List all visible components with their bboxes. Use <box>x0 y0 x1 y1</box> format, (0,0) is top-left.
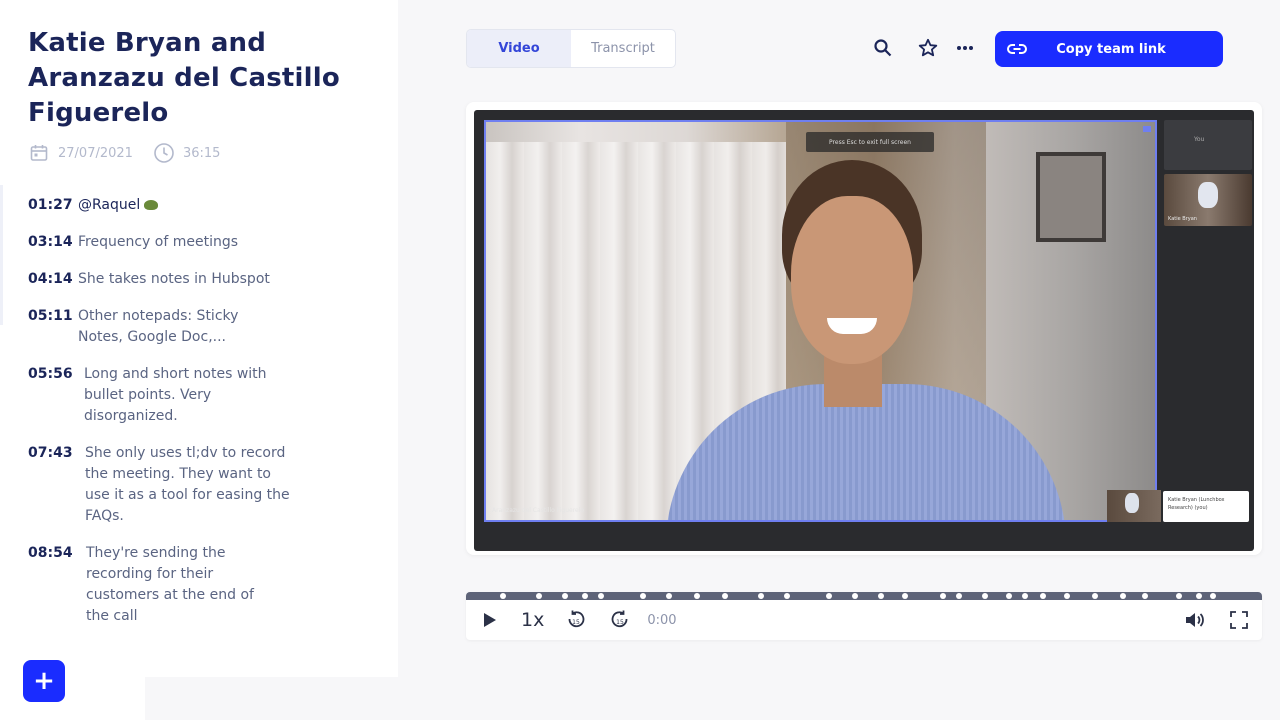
note-marker[interactable] <box>1040 593 1046 599</box>
speaker-face <box>791 196 913 364</box>
meeting-duration: 36:15 <box>182 145 221 161</box>
forward-icon[interactable]: 15 <box>609 609 631 631</box>
esc-hint: Press Esc to exit full screen <box>806 132 934 152</box>
note-item[interactable]: 01:27 @Raquel <box>28 195 318 216</box>
participant-tile: You <box>1164 120 1252 170</box>
player-controls: 1x 15 15 0:00 <box>466 592 1262 640</box>
calendar-icon <box>28 142 50 164</box>
copy-team-link-button[interactable]: Copy team link <box>995 31 1223 67</box>
note-timestamp[interactable]: 05:56 <box>28 364 84 427</box>
video-player: Press Esc to exit full screen Aranzazu d… <box>466 102 1262 555</box>
rewind-icon[interactable]: 15 <box>565 609 587 631</box>
search-icon[interactable] <box>872 37 894 59</box>
speaker-badge <box>1143 126 1151 132</box>
plant-emoji-icon <box>144 200 159 210</box>
note-item[interactable]: 03:14 Frequency of meetings <box>28 232 318 253</box>
participant-tile: Katie Bryan <box>1164 174 1252 226</box>
playback-speed-button[interactable]: 1x <box>521 609 544 631</box>
note-marker[interactable] <box>1120 593 1126 599</box>
note-marker[interactable] <box>852 593 858 599</box>
fullscreen-icon[interactable] <box>1230 611 1248 629</box>
note-item[interactable]: 05:11 Other notepads: Sticky Notes, Goog… <box>28 306 318 348</box>
more-icon[interactable] <box>954 37 976 59</box>
meeting-date: 27/07/2021 <box>58 145 133 161</box>
active-speaker-view: Press Esc to exit full screen Aranzazu d… <box>484 120 1157 522</box>
meeting-meta: 27/07/2021 36:15 <box>28 142 220 164</box>
note-marker[interactable] <box>640 593 646 599</box>
note-marker[interactable] <box>1064 593 1070 599</box>
note-marker[interactable] <box>1022 593 1028 599</box>
note-marker[interactable] <box>562 593 568 599</box>
note-marker[interactable] <box>784 593 790 599</box>
note-text: They're sending the recording for their … <box>86 545 254 624</box>
main-panel: Video Transcript Copy team link Press Es… <box>398 0 1280 677</box>
tab-transcript[interactable]: Transcript <box>571 30 675 67</box>
note-marker[interactable] <box>1176 593 1182 599</box>
note-text: She only uses tl;dv to record the meetin… <box>85 445 290 524</box>
note-marker[interactable] <box>1196 593 1202 599</box>
note-marker[interactable] <box>598 593 604 599</box>
note-marker[interactable] <box>982 593 988 599</box>
note-timestamp[interactable]: 08:54 <box>28 543 86 627</box>
meeting-title: Katie Bryan and Aranzazu del Castillo Fi… <box>28 28 340 128</box>
note-marker[interactable] <box>582 593 588 599</box>
note-timestamp[interactable]: 04:14 <box>28 269 78 290</box>
note-marker[interactable] <box>758 593 764 599</box>
note-text: She takes notes in Hubspot <box>78 271 270 287</box>
add-note-button[interactable]: + <box>23 660 65 702</box>
note-timestamp[interactable]: 05:11 <box>28 306 78 348</box>
view-tabs: Video Transcript <box>466 29 676 68</box>
note-item[interactable]: 08:54 They're sending the recording for … <box>28 543 318 627</box>
note-text: Other notepads: Sticky Notes, Google Doc… <box>78 308 239 345</box>
note-item[interactable]: 04:14 She takes notes in Hubspot <box>28 269 318 290</box>
note-item[interactable]: 05:56 Long and short notes with bullet p… <box>28 364 318 427</box>
notes-sidebar: Katie Bryan and Aranzazu del Castillo Fi… <box>0 0 398 720</box>
notes-list: 01:27 @Raquel 03:14 Frequency of meeting… <box>28 195 318 643</box>
note-timestamp[interactable]: 03:14 <box>28 232 78 253</box>
copy-team-link-label: Copy team link <box>1056 41 1166 57</box>
note-text: Frequency of meetings <box>78 234 239 250</box>
note-marker[interactable] <box>1210 593 1216 599</box>
participant-tile-label: Katie Bryan <box>1168 216 1197 222</box>
self-view-thumbnail <box>1107 490 1161 522</box>
note-marker[interactable] <box>694 593 700 599</box>
link-icon <box>1005 42 1029 56</box>
note-marker[interactable] <box>1092 593 1098 599</box>
note-marker[interactable] <box>536 593 542 599</box>
play-icon[interactable] <box>481 612 499 628</box>
svg-text:15: 15 <box>573 619 581 626</box>
note-marker[interactable] <box>826 593 832 599</box>
clock-icon <box>153 142 175 164</box>
note-text: Long and short notes with bullet points.… <box>84 366 267 424</box>
tab-video[interactable]: Video <box>467 30 571 67</box>
note-marker[interactable] <box>1142 593 1148 599</box>
note-item[interactable]: 07:43 She only uses tl;dv to record the … <box>28 443 318 527</box>
speaker-name-label: Aranzazu del Castillo Figuerelo <box>492 507 585 514</box>
svg-text:15: 15 <box>617 619 625 626</box>
volume-icon[interactable] <box>1184 610 1206 630</box>
note-marker[interactable] <box>500 593 506 599</box>
note-marker[interactable] <box>722 593 728 599</box>
note-timestamp[interactable]: 07:43 <box>28 443 85 527</box>
note-marker[interactable] <box>878 593 884 599</box>
note-timestamp[interactable]: 01:27 <box>28 195 78 216</box>
participant-tile-label: You <box>1194 136 1205 143</box>
note-text: @Raquel <box>78 197 141 213</box>
video-frame[interactable]: Press Esc to exit full screen Aranzazu d… <box>474 110 1254 551</box>
bottom-strip <box>145 677 1280 720</box>
note-marker[interactable] <box>956 593 962 599</box>
self-view-card: Katie Bryan (Lunchbox Research) (you) <box>1163 491 1249 522</box>
progress-track[interactable] <box>466 592 1262 600</box>
current-time: 0:00 <box>647 612 677 628</box>
star-icon[interactable] <box>917 37 939 59</box>
note-marker[interactable] <box>940 593 946 599</box>
wall-picture <box>1036 152 1106 242</box>
note-marker[interactable] <box>1006 593 1012 599</box>
note-marker[interactable] <box>902 593 908 599</box>
note-marker[interactable] <box>666 593 672 599</box>
